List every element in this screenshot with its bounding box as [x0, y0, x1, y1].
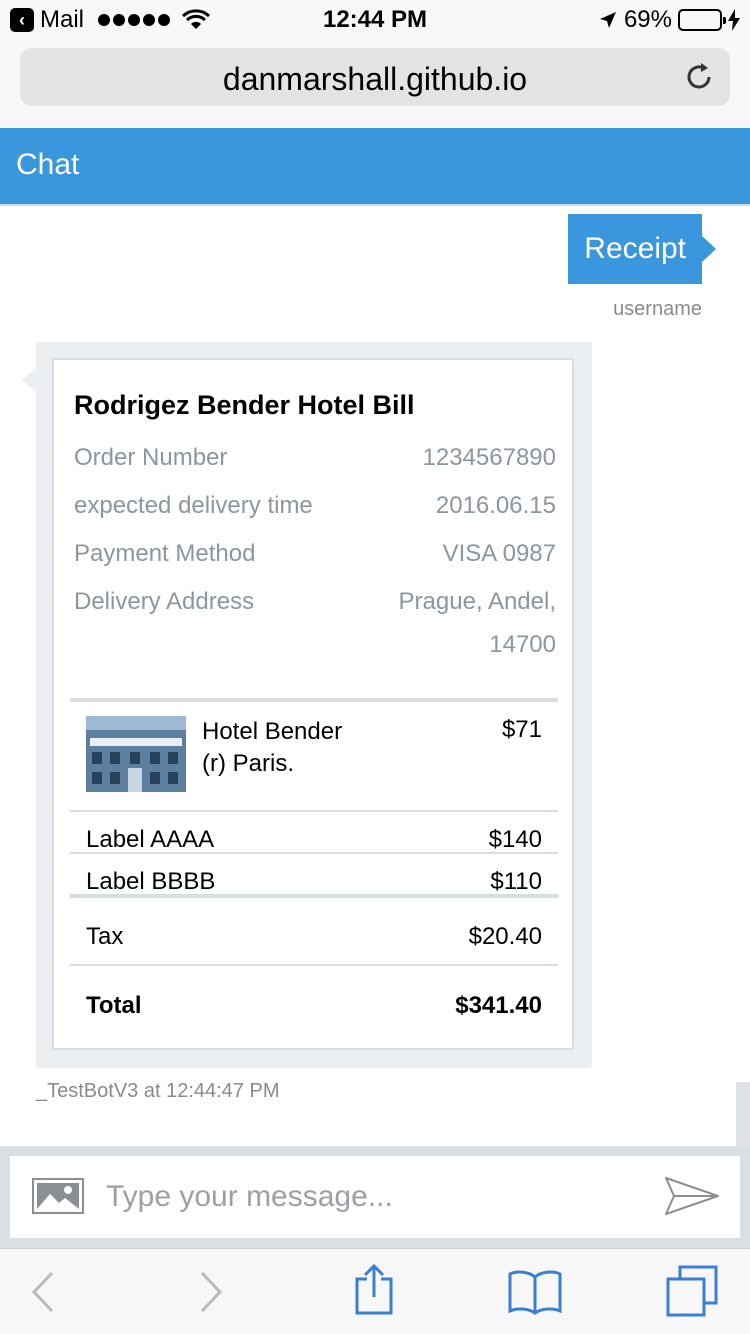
bot-message-bubble: Rodrigez Bender Hotel Bill Order Number …	[22, 342, 592, 1068]
reload-icon[interactable]	[682, 60, 716, 94]
charging-bolt-icon	[728, 9, 740, 31]
url-text[interactable]: danmarshall.github.io	[20, 61, 730, 98]
user-message-sender: username	[613, 298, 702, 320]
tax-value: $20.40	[468, 923, 542, 950]
fact-value: Prague, Andel,	[398, 588, 556, 615]
divider	[70, 698, 558, 702]
fact-label: Delivery Address	[74, 588, 255, 615]
composer: Type your message...	[0, 1146, 750, 1248]
browser-toolbar	[0, 1248, 750, 1334]
share-icon[interactable]	[354, 1263, 394, 1315]
receipt-card[interactable]: Rodrigez Bender Hotel Bill Order Number …	[52, 358, 574, 1050]
divider	[70, 894, 558, 898]
line-label: Label AAAA	[86, 826, 215, 853]
chat-title: Chat	[16, 148, 80, 181]
fact-value: VISA 0987	[442, 540, 556, 567]
user-message-bubble: Receipt	[568, 214, 716, 284]
chat-header: Chat	[0, 128, 750, 206]
fact-value-line2: 14700	[489, 631, 556, 658]
receipt-item[interactable]: Hotel Bender (r) Paris. $71	[86, 716, 542, 796]
send-icon[interactable]	[664, 1176, 720, 1216]
location-arrow-icon	[599, 12, 616, 28]
browser-address-area: danmarshall.github.io	[0, 40, 750, 128]
item-price: $71	[501, 716, 542, 743]
tax-label: Tax	[86, 923, 124, 950]
divider	[70, 810, 558, 812]
message-list[interactable]: Receipt username Rodrigez Bender Hotel B…	[0, 206, 750, 1146]
fact-label: expected delivery time	[74, 492, 313, 519]
address-bar[interactable]: danmarshall.github.io	[20, 48, 730, 106]
hotel-image	[86, 716, 186, 792]
message-input[interactable]: Type your message...	[106, 1180, 393, 1214]
total-value: $341.40	[455, 992, 542, 1019]
bookmarks-icon[interactable]	[508, 1269, 562, 1315]
fact-label: Payment Method	[74, 540, 256, 567]
tabs-icon[interactable]	[666, 1265, 718, 1317]
battery-icon	[678, 9, 726, 31]
line-price: $140	[488, 826, 542, 853]
fact-value: 1234567890	[422, 444, 556, 471]
line-price: $110	[490, 868, 542, 895]
total-label: Total	[86, 992, 142, 1019]
divider	[70, 964, 558, 966]
back-icon[interactable]	[30, 1269, 56, 1315]
item-title: Hotel Bender (r) Paris.	[202, 718, 343, 777]
line-label: Label BBBB	[86, 868, 216, 895]
divider	[70, 852, 558, 854]
fact-value: 2016.06.15	[435, 492, 556, 519]
status-bar: ‹ Mail 12:44 PM 69%	[0, 0, 750, 40]
scrollbar[interactable]	[736, 1082, 750, 1146]
status-right: 69%	[598, 6, 740, 34]
bot-message-footer: _TestBotV3 at 12:44:47 PM	[36, 1080, 280, 1102]
battery-percent: 69%	[623, 6, 672, 33]
fact-label: Order Number	[74, 444, 228, 471]
forward-icon[interactable]	[198, 1269, 224, 1315]
image-upload-icon[interactable]	[32, 1178, 84, 1214]
receipt-title: Rodrigez Bender Hotel Bill	[74, 390, 415, 420]
message-input-box[interactable]: Type your message...	[10, 1156, 740, 1238]
